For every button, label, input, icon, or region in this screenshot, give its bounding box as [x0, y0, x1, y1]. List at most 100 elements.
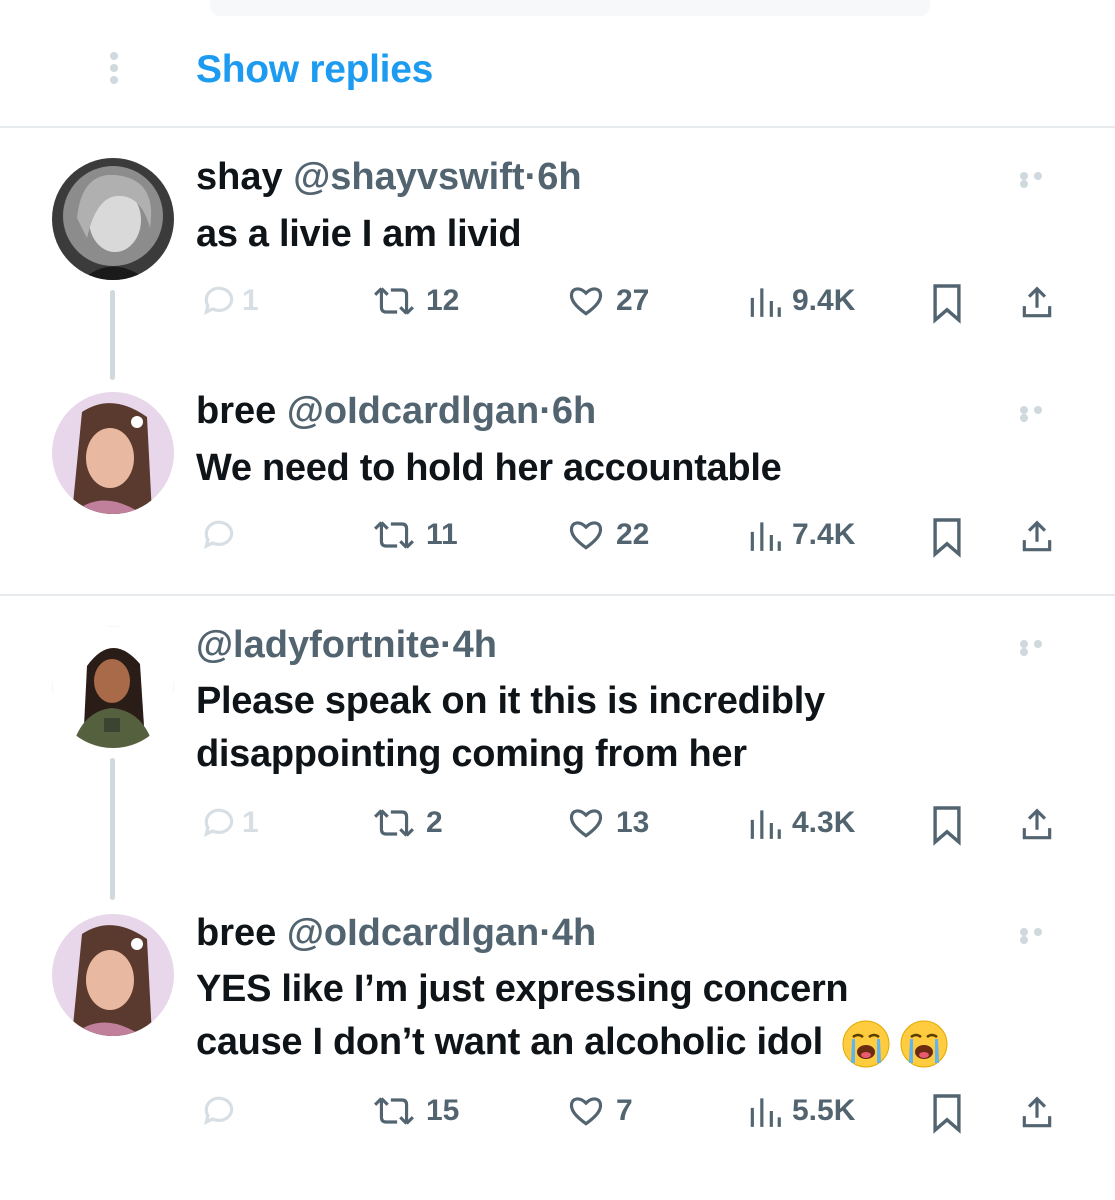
more-dots-icon: [108, 52, 120, 88]
more-options-icon[interactable]: [1020, 172, 1060, 188]
loudly-crying-face-emoji: [842, 1020, 890, 1068]
retweet-icon: [374, 521, 414, 549]
separator-dot: ·: [539, 390, 552, 432]
bookmark-icon: [933, 284, 961, 324]
show-replies-row[interactable]: Show replies: [0, 0, 1115, 126]
like-count: 27: [616, 284, 650, 317]
retweet-button[interactable]: 15: [372, 1092, 459, 1130]
views-button[interactable]: 9.4K: [748, 282, 855, 320]
user-handle[interactable]: @shayvswift: [293, 156, 524, 198]
timestamp[interactable]: 4h: [453, 624, 497, 666]
retweet-button[interactable]: 12: [372, 282, 459, 320]
bookmark-button[interactable]: [930, 516, 964, 558]
reply-icon: [203, 286, 234, 316]
retweet-icon: [374, 287, 414, 315]
more-options-icon[interactable]: [1020, 640, 1060, 656]
heart-icon: [569, 1097, 603, 1126]
tweet-text: YES like I’m just expressing concern cau…: [196, 963, 949, 1069]
tweet-text-segment: cause I don’t want an alcoholic idol: [196, 1021, 823, 1063]
like-count: 22: [616, 518, 650, 551]
views-chart-icon: [750, 288, 781, 317]
tweet-text-line: disappointing coming from her: [196, 733, 747, 775]
views-chart-icon: [750, 1098, 781, 1127]
like-button[interactable]: 7: [566, 1092, 633, 1130]
share-icon: [1022, 286, 1052, 318]
share-button[interactable]: [1018, 282, 1056, 324]
avatar[interactable]: [52, 392, 174, 514]
reply-button[interactable]: 1: [200, 804, 259, 842]
retweet-count: 15: [426, 1094, 460, 1127]
reply-icon: [203, 808, 234, 838]
share-button[interactable]: [1018, 1092, 1056, 1134]
like-button[interactable]: 13: [566, 804, 649, 842]
tweet-header: bree @oIdcardlgan·6h: [196, 388, 596, 434]
retweet-icon: [374, 1097, 414, 1125]
like-button[interactable]: 22: [566, 516, 649, 554]
bookmark-button[interactable]: [930, 1092, 964, 1134]
show-replies-link[interactable]: Show replies: [196, 48, 433, 92]
more-options-icon[interactable]: [1020, 928, 1060, 944]
timestamp[interactable]: 4h: [552, 912, 596, 954]
views-count: 7.4K: [792, 518, 856, 551]
bookmark-button[interactable]: [930, 282, 964, 324]
reply-button[interactable]: [200, 1092, 248, 1130]
like-count: 7: [616, 1094, 633, 1127]
user-handle[interactable]: @oIdcardlgan: [287, 390, 539, 432]
retweet-count: 2: [426, 806, 443, 839]
retweet-count: 12: [426, 284, 460, 317]
share-icon: [1022, 808, 1052, 840]
share-icon: [1022, 520, 1052, 552]
thread-line: [110, 290, 115, 380]
share-icon: [1022, 1096, 1052, 1128]
reply-icon: [203, 1096, 234, 1126]
tweet-text: We need to hold her accountable: [196, 447, 782, 489]
separator-dot: ·: [439, 624, 453, 666]
reply-button[interactable]: [200, 516, 248, 554]
user-handle[interactable]: @oIdcardlgan: [287, 912, 539, 954]
tweet-text: as a livie I am livid: [196, 213, 522, 255]
tweet-text-line: YES like I’m just expressing concern: [196, 968, 849, 1010]
timestamp[interactable]: 6h: [537, 156, 581, 198]
divider: [0, 594, 1115, 596]
avatar[interactable]: [52, 158, 174, 280]
separator-dot: ·: [524, 156, 538, 198]
heart-icon: [569, 521, 603, 550]
bookmark-button[interactable]: [930, 804, 964, 846]
share-button[interactable]: [1018, 516, 1056, 558]
display-name[interactable]: shay: [196, 156, 283, 198]
views-button[interactable]: 7.4K: [748, 516, 855, 554]
reply-count: 1: [242, 806, 259, 839]
tweet-header: shay @shayvswift·6h: [196, 154, 582, 200]
like-button[interactable]: 27: [566, 282, 649, 320]
reply-count: 1: [242, 284, 259, 317]
views-count: 9.4K: [792, 284, 856, 317]
user-handle[interactable]: @ladyfortnite: [196, 624, 440, 666]
retweet-icon: [374, 809, 414, 837]
share-button[interactable]: [1018, 804, 1056, 846]
thread-line: [110, 758, 115, 900]
views-chart-icon: [750, 522, 781, 551]
views-chart-icon: [750, 810, 781, 839]
avatar[interactable]: [52, 626, 174, 748]
more-options-icon[interactable]: [1020, 406, 1060, 422]
retweet-button[interactable]: 2: [372, 804, 443, 842]
bookmark-icon: [933, 1094, 961, 1134]
views-button[interactable]: 4.3K: [748, 804, 855, 842]
reply-button[interactable]: 1: [200, 282, 259, 320]
timestamp[interactable]: 6h: [552, 390, 596, 432]
retweet-count: 11: [426, 518, 458, 551]
display-name[interactable]: bree: [196, 390, 276, 432]
tweet-text-line: cause I don’t want an alcoholic idol: [196, 1016, 949, 1069]
views-button[interactable]: 5.5K: [748, 1092, 855, 1130]
tweet-text-line: Please speak on it this is incredibly: [196, 680, 825, 722]
bookmark-icon: [933, 518, 961, 558]
heart-icon: [569, 809, 603, 838]
retweet-button[interactable]: 11: [372, 516, 458, 554]
views-count: 5.5K: [792, 1094, 856, 1127]
bookmark-icon: [933, 806, 961, 846]
avatar[interactable]: [52, 914, 174, 1036]
display-name[interactable]: bree: [196, 912, 276, 954]
like-count: 13: [616, 806, 650, 839]
reply-icon: [203, 520, 234, 550]
separator-dot: ·: [539, 912, 552, 954]
